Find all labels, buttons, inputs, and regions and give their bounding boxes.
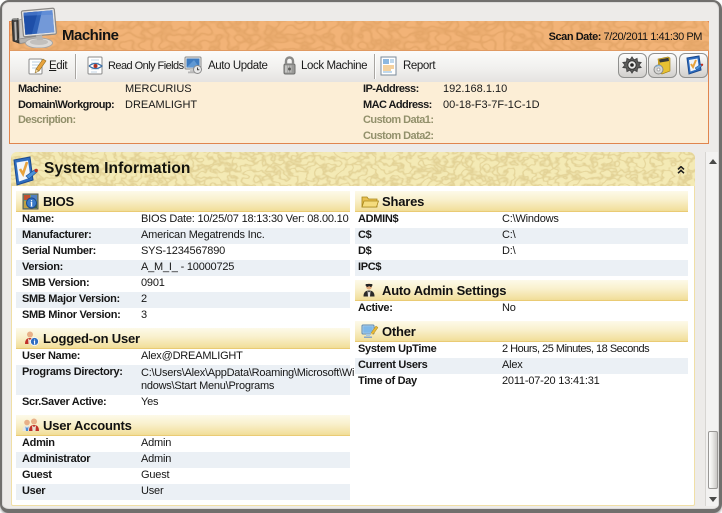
svg-text:i: i	[33, 338, 35, 347]
